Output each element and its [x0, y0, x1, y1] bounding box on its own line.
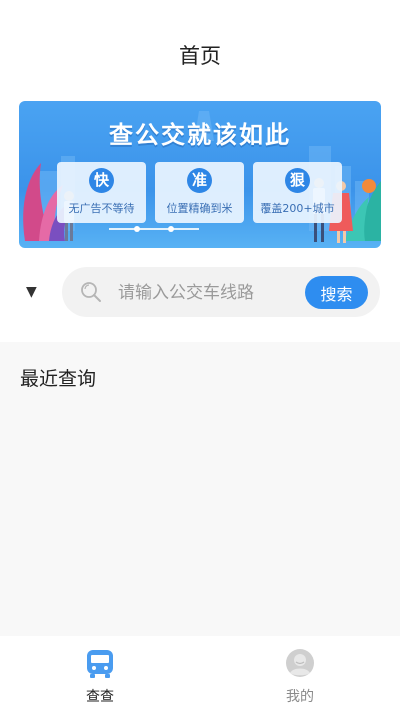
- promo-banner[interactable]: 查公交就该如此 快 无广告不等待 准 位置精确到米 狠 覆盖200+城市: [19, 101, 381, 248]
- feature-text: 位置精确到米: [166, 202, 233, 215]
- search-button[interactable]: 搜索: [305, 276, 368, 309]
- banner-title: 查公交就该如此: [109, 121, 291, 149]
- bus-icon: [87, 650, 113, 678]
- search-input[interactable]: [116, 277, 300, 309]
- feature-badge: 准: [187, 168, 212, 193]
- tab-chacha[interactable]: 查查: [0, 636, 200, 711]
- feature-text: 无广告不等待: [68, 202, 135, 215]
- user-icon: [286, 649, 314, 677]
- feature-card-accurate: 准 位置精确到米: [155, 162, 244, 223]
- search-icon: [81, 282, 101, 302]
- recent-queries-section: 最近查询: [0, 342, 400, 636]
- page-title: 首页: [179, 44, 221, 68]
- city-dropdown-icon[interactable]: ▼: [26, 284, 37, 300]
- feature-card-coverage: 狠 覆盖200+城市: [253, 162, 342, 223]
- search-bar: 搜索: [62, 267, 380, 317]
- tab-label: 我的: [286, 689, 314, 705]
- feature-badge: 快: [89, 168, 114, 193]
- feature-text: 覆盖200+城市: [260, 202, 335, 215]
- tab-label: 查查: [86, 689, 114, 705]
- recent-queries-title: 最近查询: [20, 368, 97, 390]
- feature-card-fast: 快 无广告不等待: [57, 162, 146, 223]
- tab-mine[interactable]: 我的: [200, 636, 400, 711]
- feature-badge: 狠: [285, 168, 310, 193]
- header: 首页: [0, 0, 400, 100]
- bottom-tab-bar: 查查 我的: [0, 636, 400, 711]
